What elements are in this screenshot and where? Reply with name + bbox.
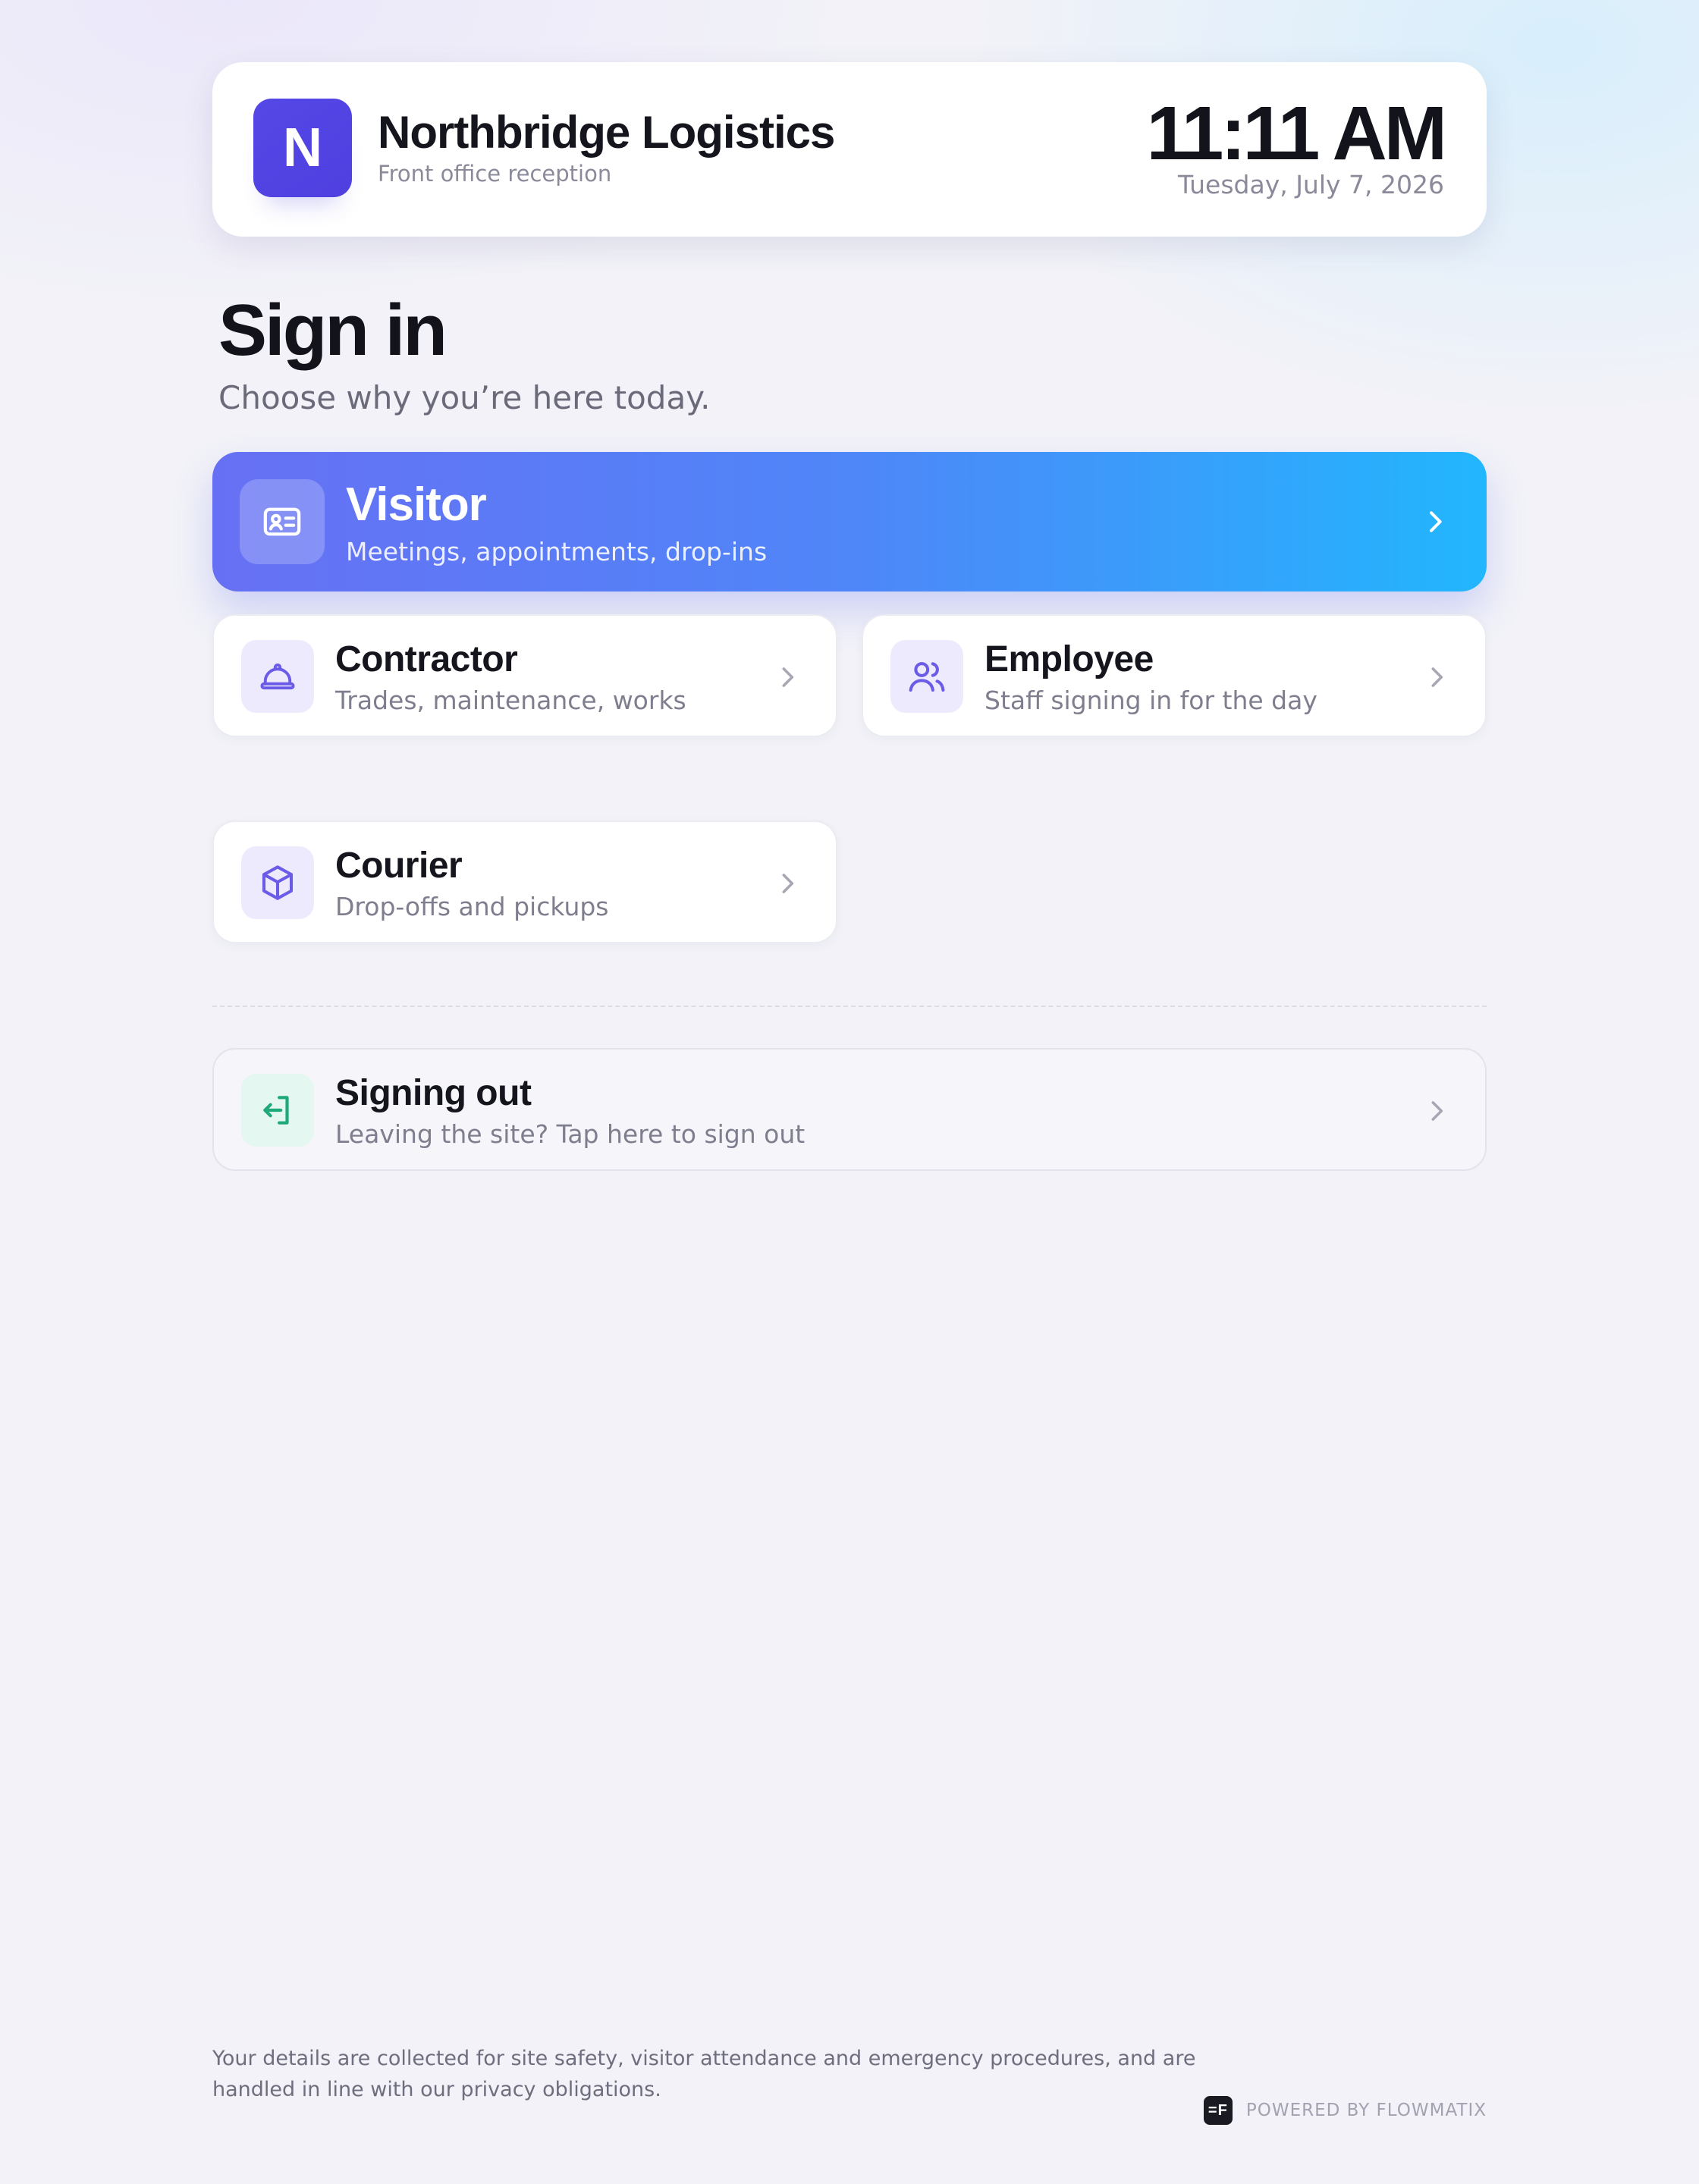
chevron-right-icon bbox=[769, 865, 806, 902]
clock-date: Tuesday, July 7, 2026 bbox=[1177, 170, 1444, 199]
org-subtitle: Front office reception bbox=[378, 161, 612, 187]
flowmatix-logo-icon: =F bbox=[1203, 2096, 1233, 2125]
powered-by-text: POWERED BY FLOWMATIX bbox=[1245, 2101, 1487, 2120]
clock-time: 11:11 AM bbox=[1146, 91, 1447, 176]
chevron-right-icon bbox=[1418, 659, 1455, 695]
users-icon bbox=[890, 640, 963, 713]
section-divider bbox=[212, 1006, 1487, 1007]
chevron-right-icon bbox=[1417, 504, 1453, 540]
page-title: Sign in bbox=[218, 290, 448, 371]
visitor-subtitle: Meetings, appointments, drop-ins bbox=[346, 537, 768, 566]
chevron-right-icon bbox=[1418, 1093, 1455, 1129]
contractor-subtitle: Trades, maintenance, works bbox=[335, 686, 686, 715]
sign-out-title: Signing out bbox=[335, 1073, 532, 1113]
header-card: N Northbridge Logistics Front office rec… bbox=[212, 62, 1487, 237]
visitor-title: Visitor bbox=[346, 479, 487, 531]
log-out-icon bbox=[241, 1074, 314, 1147]
employee-subtitle: Staff signing in for the day bbox=[985, 686, 1317, 715]
contractor-title: Contractor bbox=[335, 639, 518, 679]
hard-hat-icon bbox=[241, 640, 314, 713]
contractor-option-button[interactable]: Contractor Trades, maintenance, works bbox=[212, 614, 837, 737]
sign-out-button[interactable]: Signing out Leaving the site? Tap here t… bbox=[212, 1048, 1487, 1171]
id-card-icon bbox=[240, 479, 325, 564]
employee-title: Employee bbox=[985, 639, 1154, 679]
privacy-notice: Your details are collected for site safe… bbox=[212, 2047, 1196, 2101]
employee-option-button[interactable]: Employee Staff signing in for the day bbox=[862, 614, 1487, 737]
powered-by-badge: =F POWERED BY FLOWMATIX bbox=[1203, 2096, 1487, 2125]
courier-option-button[interactable]: Courier Drop-offs and pickups bbox=[212, 821, 837, 943]
kiosk-screen: N Northbridge Logistics Front office rec… bbox=[212, 62, 1487, 1171]
page-subtitle: Choose why you’re here today. bbox=[218, 379, 711, 416]
visitor-option-button[interactable]: Visitor Meetings, appointments, drop-ins bbox=[212, 452, 1487, 592]
courier-title: Courier bbox=[335, 846, 463, 886]
org-logo: N bbox=[253, 99, 352, 197]
chevron-right-icon bbox=[769, 659, 806, 695]
sign-out-subtitle: Leaving the site? Tap here to sign out bbox=[335, 1119, 806, 1149]
package-icon bbox=[241, 846, 314, 919]
courier-subtitle: Drop-offs and pickups bbox=[335, 892, 609, 921]
org-name: Northbridge Logistics bbox=[378, 107, 835, 158]
